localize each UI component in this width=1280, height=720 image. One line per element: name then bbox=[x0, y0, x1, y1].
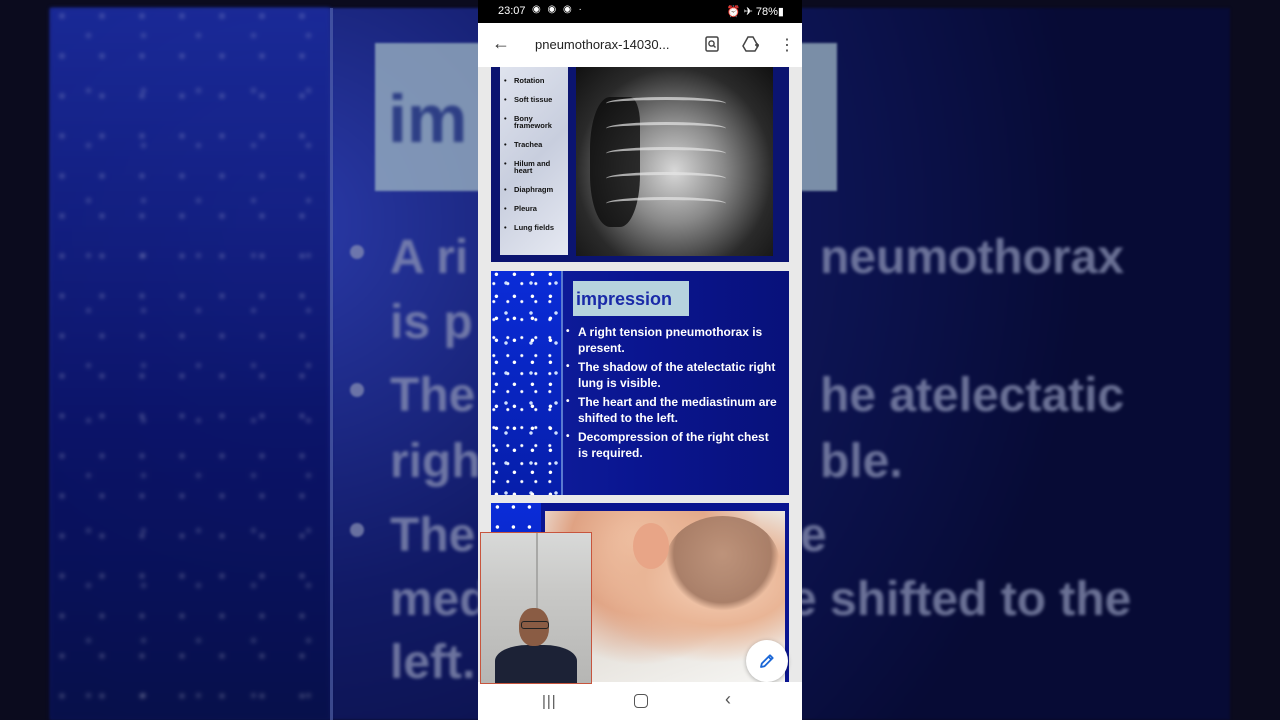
background-text: The bbox=[390, 509, 476, 562]
background-text: neumothorax bbox=[820, 231, 1125, 284]
add-to-drive-icon[interactable] bbox=[742, 36, 760, 52]
notification-icons: ◉ ◉ ◉ · bbox=[532, 4, 584, 15]
impression-bullet: The heart and the mediastinum are shifte… bbox=[566, 394, 779, 426]
checklist-item: Trachea bbox=[504, 141, 568, 149]
checklist-item: Bony framework bbox=[504, 115, 568, 130]
checklist: Rotation Soft tissue Bony framework Trac… bbox=[500, 67, 568, 232]
checklist-item: Pleura bbox=[504, 205, 568, 213]
document-title: pneumothorax-14030... bbox=[535, 37, 670, 52]
checklist-item: Rotation bbox=[504, 77, 568, 85]
background-bullet bbox=[350, 383, 364, 397]
presenter-body bbox=[495, 645, 577, 683]
background-divider bbox=[330, 8, 333, 720]
slide-impression: impression A right tension pneumothorax … bbox=[491, 271, 789, 495]
xray-rib bbox=[606, 172, 726, 185]
slide-divider bbox=[561, 271, 563, 495]
checklist-item: Soft tissue bbox=[504, 96, 568, 104]
background-title: im bbox=[388, 81, 468, 157]
background-text: e shifted to the bbox=[790, 573, 1132, 626]
slide-decoration bbox=[491, 271, 561, 495]
more-options-icon[interactable]: ⋮ bbox=[779, 35, 795, 55]
webcam-overlay bbox=[480, 532, 592, 684]
status-time: 23:07 bbox=[498, 5, 526, 17]
background-bullet bbox=[350, 245, 364, 259]
background-left-strip bbox=[50, 8, 330, 720]
xray-rib bbox=[606, 97, 726, 110]
background-text: A ri bbox=[390, 231, 469, 284]
system-nav-bar: ||| ‹ bbox=[478, 682, 802, 720]
status-bar: 23:07 ◉ ◉ ◉ · ⏰ ✈ 78%▮ bbox=[478, 0, 802, 23]
xray-rib bbox=[606, 147, 726, 160]
back-arrow-icon[interactable]: ← bbox=[492, 33, 510, 54]
background-bullet bbox=[350, 523, 364, 537]
impression-bullet: A right tension pneumothorax is present. bbox=[566, 324, 779, 356]
background-text: med bbox=[390, 573, 489, 626]
impression-list: A right tension pneumothorax is present.… bbox=[566, 324, 779, 464]
background-text: is p bbox=[390, 296, 473, 349]
battery-status: ⏰ ✈ 78%▮ bbox=[726, 6, 784, 18]
background-text: he atelectatic bbox=[820, 369, 1125, 422]
app-bar: ← pneumothorax-14030... ⋮ bbox=[478, 23, 802, 67]
chest-xray-image bbox=[576, 67, 773, 256]
recent-apps-icon[interactable]: ||| bbox=[542, 693, 557, 710]
pencil-icon bbox=[760, 654, 774, 668]
checklist-item: Hilum and heart bbox=[504, 160, 568, 175]
edit-button[interactable] bbox=[746, 640, 788, 682]
nav-back-icon[interactable]: ‹ bbox=[725, 689, 731, 710]
xray-rib bbox=[606, 122, 726, 135]
xray-rib bbox=[606, 197, 726, 210]
presenter-glasses bbox=[521, 621, 549, 629]
baby-ear bbox=[633, 523, 669, 569]
baby-hair bbox=[665, 516, 780, 611]
background-text: righ bbox=[390, 435, 481, 488]
background-text: e bbox=[800, 509, 827, 562]
impression-bullet: Decompression of the right chest is requ… bbox=[566, 429, 779, 461]
home-icon[interactable] bbox=[634, 694, 648, 708]
find-in-document-icon[interactable] bbox=[705, 36, 719, 52]
background-text: The bbox=[390, 369, 476, 422]
slide-xray: Rotation Soft tissue Bony framework Trac… bbox=[491, 67, 789, 262]
checklist-panel: Rotation Soft tissue Bony framework Trac… bbox=[500, 67, 568, 255]
background-text: ble. bbox=[820, 435, 903, 488]
checklist-item: Diaphragm bbox=[504, 186, 568, 194]
impression-bullet: The shadow of the atelectatic right lung… bbox=[566, 359, 779, 391]
impression-title: impression bbox=[576, 289, 673, 309]
background-text: left. bbox=[390, 636, 476, 689]
checklist-item: Lung fields bbox=[504, 224, 568, 232]
